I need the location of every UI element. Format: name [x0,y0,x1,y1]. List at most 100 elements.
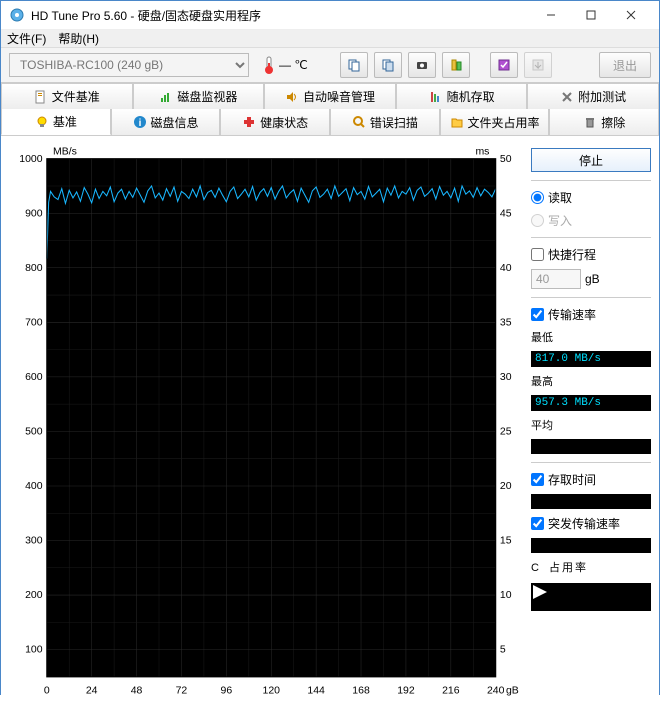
thermometer-icon [263,55,275,75]
window-title: HD Tune Pro 5.60 - 硬盘/固态硬盘实用程序 [31,7,531,24]
options-button[interactable] [442,52,470,78]
start-stop-button[interactable]: 停止 [531,148,651,172]
radio-write-input[interactable] [531,214,544,227]
min-value: 817.0 MB/s [531,351,651,367]
svg-text:gB: gB [506,686,519,697]
chart-icon [159,90,173,104]
bulb-icon [35,115,49,129]
tools-icon [560,90,574,104]
tab-健康状态[interactable]: 健康状态 [220,109,330,135]
bars-icon [429,90,443,104]
drive-select[interactable]: TOSHIBA-RC100 (240 gB) [9,53,249,77]
minimize-button[interactable] [531,1,571,29]
benchmark-chart: 0244872961201441681922162401002003004005… [9,144,523,700]
radio-read-input[interactable] [531,191,544,204]
svg-text:600: 600 [25,372,43,383]
check-burst[interactable]: 突发传输速率 [531,515,651,532]
menu-file[interactable]: 文件(F) [7,30,46,47]
exit-button[interactable]: 退出 [599,52,651,78]
check-transfer[interactable]: 传输速率 [531,306,651,323]
toolbar: TOSHIBA-RC100 (240 gB) — ℃ 退出 [1,48,659,83]
svg-text:10: 10 [500,590,512,601]
titlebar: HD Tune Pro 5.60 - 硬盘/固态硬盘实用程序 [1,1,659,30]
tab-基准[interactable]: 基准 [1,109,111,135]
divider [531,237,651,238]
svg-text:15: 15 [500,536,512,547]
cpu-label: C占CPU占用率用率 [531,559,651,575]
svg-text:400: 400 [25,481,43,492]
svg-text:30: 30 [500,372,512,383]
svg-text:45: 45 [500,208,512,219]
tab-文件基准[interactable]: 文件基准 [1,83,133,109]
size-unit-label: gB [585,272,600,286]
svg-text:0: 0 [44,686,50,697]
svg-text:192: 192 [397,686,415,697]
svg-text:i: i [138,118,141,129]
maximize-button[interactable] [571,1,611,29]
max-value: 957.3 MB/s [531,395,651,411]
svg-text:200: 200 [25,590,43,601]
search-icon [352,115,366,129]
svg-text:72: 72 [176,686,188,697]
check-burst-input[interactable] [531,517,544,530]
svg-text:120: 120 [263,686,281,697]
min-label: 最低 [531,329,651,345]
tabs-row-lower: 基准i磁盘信息健康状态错误扫描文件夹占用率擦除 [1,109,659,135]
info-icon: i [133,115,147,129]
check-shortstroke[interactable]: 快捷行程 [531,246,651,263]
tab-错误扫描[interactable]: 错误扫描 [330,109,440,135]
trash-icon [583,115,597,129]
folder-icon [450,115,464,129]
svg-text:1000: 1000 [19,154,42,165]
check-access[interactable]: 存取时间 [531,471,651,488]
check-transfer-input[interactable] [531,308,544,321]
svg-text:700: 700 [25,317,43,328]
save-screenshot-button[interactable] [408,52,436,78]
svg-text:25: 25 [500,427,512,438]
chart-area: 0244872961201441681922162401002003004005… [9,144,523,700]
svg-text:50: 50 [500,154,512,165]
tab-附加测试[interactable]: 附加测试 [527,83,659,109]
svg-text:ms: ms [475,146,489,157]
health-icon [242,115,256,129]
save-button[interactable] [490,52,518,78]
svg-text:800: 800 [25,263,43,274]
burst-value [531,538,651,553]
copy-screenshot-button[interactable] [374,52,402,78]
tab-随机存取[interactable]: 随机存取 [396,83,528,109]
shortstroke-size-input[interactable] [531,269,581,289]
check-access-input[interactable] [531,473,544,486]
tab-文件夹占用率[interactable]: 文件夹占用率 [440,109,550,135]
close-button[interactable] [611,1,651,29]
temperature-value: — ℃ [279,58,308,72]
menu-help[interactable]: 帮助(H) [58,30,99,47]
tab-擦除[interactable]: 擦除 [549,109,659,135]
svg-text:168: 168 [352,686,370,697]
divider [531,180,651,181]
avg-label: 平均 [531,417,651,433]
svg-text:40: 40 [500,263,512,274]
copy-info-button[interactable] [340,52,368,78]
tab-磁盘信息[interactable]: i磁盘信息 [111,109,221,135]
access-value [531,494,651,509]
svg-text:100: 100 [25,645,43,656]
side-panel: 停止 读取 写入 快捷行程 gB 传输速率 最低 817.0 MB/s 最高 9… [531,144,651,700]
radio-read[interactable]: 读取 [531,189,651,206]
svg-text:900: 900 [25,208,43,219]
svg-text:144: 144 [307,686,325,697]
avg-value [531,439,651,454]
check-shortstroke-input[interactable] [531,248,544,261]
svg-text:5: 5 [500,645,506,656]
divider [531,297,651,298]
svg-text:35: 35 [500,317,512,328]
temperature-display: — ℃ [255,55,316,75]
tab-自动噪音管理[interactable]: 自动噪音管理 [264,83,396,109]
svg-text:MB/s: MB/s [53,146,77,157]
svg-text:96: 96 [221,686,233,697]
doc-icon [34,90,48,104]
tab-磁盘监视器[interactable]: 磁盘监视器 [133,83,265,109]
load-button[interactable] [524,52,552,78]
radio-write[interactable]: 写入 [531,212,651,229]
tabs-row-upper: 文件基准磁盘监视器自动噪音管理随机存取附加测试 [1,83,659,109]
svg-text:216: 216 [442,686,460,697]
